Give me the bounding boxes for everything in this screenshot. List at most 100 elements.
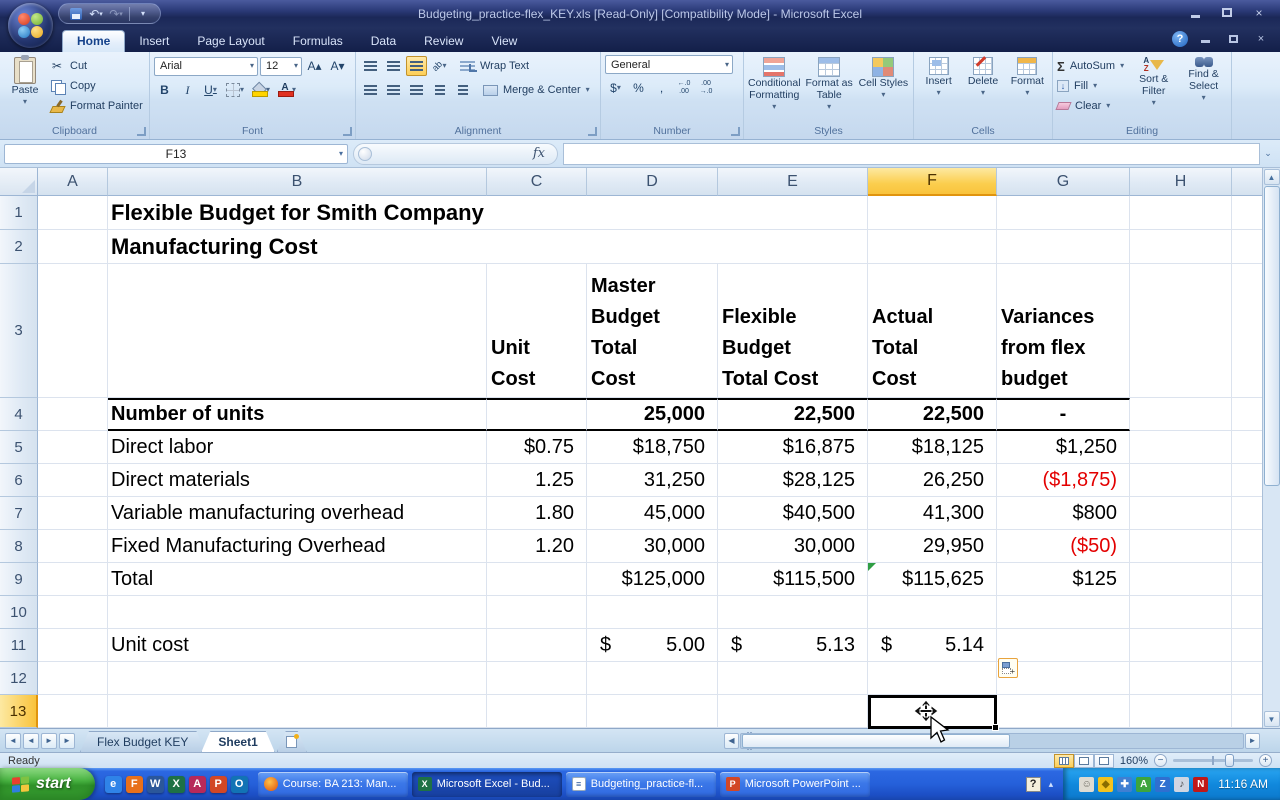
cell-E1[interactable] <box>718 196 868 230</box>
row-header-4[interactable]: 4 <box>0 398 38 431</box>
zoom-in-button[interactable]: + <box>1259 754 1272 767</box>
cell-C8[interactable]: 1.20 <box>487 530 587 563</box>
show-hidden-icons-chevron[interactable]: ▴ <box>1049 779 1054 790</box>
font-name-combo[interactable]: Arial▾ <box>154 57 258 76</box>
conditional-formatting-button[interactable]: Conditional Formatting ▾ <box>748 55 801 123</box>
decrease-decimal-button[interactable]: .00→.0 <box>696 79 716 98</box>
orientation-button[interactable]: ab▾ <box>429 56 450 76</box>
cell-D12[interactable] <box>587 662 718 695</box>
cell-B9[interactable]: Total <box>108 563 487 596</box>
font-dialog-launcher[interactable] <box>343 127 352 136</box>
row-header-12[interactable]: 12 <box>0 662 38 695</box>
office-button[interactable] <box>8 3 53 48</box>
font-size-combo[interactable]: 12▾ <box>260 57 302 76</box>
sheet-nav-first-icon[interactable]: ◄ <box>5 733 21 749</box>
borders-button[interactable]: ▾ <box>223 80 247 100</box>
row-header-2[interactable]: 2 <box>0 230 38 264</box>
fill-color-button[interactable]: ▾ <box>249 80 273 100</box>
quick-launch-firefox-icon[interactable]: F <box>126 776 143 793</box>
sheet-nav-next-icon[interactable]: ► <box>41 733 57 749</box>
vertical-scrollbar[interactable]: ▲ ▼ <box>1262 168 1280 728</box>
column-header-B[interactable]: B <box>108 168 487 196</box>
cell-B4[interactable]: Number of units <box>108 398 487 431</box>
cell-H8[interactable] <box>1130 530 1232 563</box>
redo-button[interactable]: ↷▾ <box>107 5 125 22</box>
zoom-slider-thumb[interactable] <box>1225 754 1234 767</box>
top-align-button[interactable] <box>360 56 381 76</box>
cell-H7[interactable] <box>1130 497 1232 530</box>
cell-F9[interactable]: $115,625 <box>868 563 997 596</box>
quick-launch-word-icon[interactable]: W <box>147 776 164 793</box>
clear-button[interactable]: Clear▾ <box>1057 97 1127 115</box>
cell-A11[interactable] <box>38 629 108 662</box>
cell-F6[interactable]: 26,250 <box>868 464 997 497</box>
cell-D4[interactable]: 25,000 <box>587 398 718 431</box>
cell-B13[interactable] <box>108 695 487 728</box>
cell-B6[interactable]: Direct materials <box>108 464 487 497</box>
cell-A13[interactable] <box>38 695 108 728</box>
insert-cells-button[interactable]: Insert ▾ <box>918 55 959 123</box>
ribbon-tab-formulas[interactable]: Formulas <box>279 31 357 52</box>
ribbon-tab-view[interactable]: View <box>477 31 531 52</box>
cell-H3[interactable] <box>1130 264 1232 398</box>
cell-F4[interactable]: 22,500 <box>868 398 997 431</box>
align-center-button[interactable] <box>383 80 404 100</box>
fill-button[interactable]: ↓Fill▾ <box>1057 77 1127 95</box>
column-header-C[interactable]: C <box>487 168 587 196</box>
sheet-tab-sheet1[interactable]: Sheet1 <box>201 731 274 752</box>
shield-icon[interactable]: ◆ <box>1098 777 1113 792</box>
cell-A10[interactable] <box>38 596 108 629</box>
comma-style-button[interactable]: , <box>651 78 672 98</box>
cell-E8[interactable]: 30,000 <box>718 530 868 563</box>
name-box-dropdown-icon[interactable]: ▾ <box>339 149 343 158</box>
row-header-6[interactable]: 6 <box>0 464 38 497</box>
column-header-E[interactable]: E <box>718 168 868 196</box>
save-button[interactable] <box>67 5 85 22</box>
column-header-G[interactable]: G <box>997 168 1130 196</box>
cell-A7[interactable] <box>38 497 108 530</box>
cell-E7[interactable]: $40,500 <box>718 497 868 530</box>
shrink-font-button[interactable]: A▾ <box>327 56 348 76</box>
cell-F5[interactable]: $18,125 <box>868 431 997 464</box>
percent-style-button[interactable]: % <box>628 78 649 98</box>
novell-icon[interactable]: N <box>1193 777 1208 792</box>
row-header-11[interactable]: 11 <box>0 629 38 662</box>
cell-F11[interactable]: $5.14 <box>868 629 997 662</box>
cell-A2[interactable] <box>38 230 108 264</box>
normal-view-button[interactable] <box>1054 754 1074 768</box>
cell-H6[interactable] <box>1130 464 1232 497</box>
cell-H13[interactable] <box>1130 695 1232 728</box>
page-break-view-button[interactable] <box>1094 754 1114 768</box>
sort-filter-button[interactable]: AZ Sort & Filter ▾ <box>1130 55 1177 123</box>
row-header-8[interactable]: 8 <box>0 530 38 563</box>
quick-launch-outlook-icon[interactable]: O <box>231 776 248 793</box>
quick-launch-excel-icon[interactable]: X <box>168 776 185 793</box>
cell-H11[interactable] <box>1130 629 1232 662</box>
zoom-slider[interactable] <box>1173 759 1253 762</box>
paste-button[interactable]: Paste ▾ <box>4 55 46 123</box>
cell-B3[interactable] <box>108 264 487 398</box>
customize-qat-button[interactable]: ▾ <box>134 5 152 22</box>
minimize-button[interactable] <box>1182 5 1208 20</box>
cell-A9[interactable] <box>38 563 108 596</box>
cell-E10[interactable] <box>718 596 868 629</box>
workbook-minimize-button[interactable] <box>1194 32 1216 46</box>
cell-G1[interactable] <box>997 196 1130 230</box>
cell-H12[interactable] <box>1130 662 1232 695</box>
decrease-indent-button[interactable] <box>429 80 450 100</box>
format-cells-button[interactable]: Format ▾ <box>1007 55 1048 123</box>
increase-decimal-button[interactable]: ←.0.00 <box>674 79 694 98</box>
cell-F10[interactable] <box>868 596 997 629</box>
number-dialog-launcher[interactable] <box>731 127 740 136</box>
task-button-document[interactable]: ≡Budgeting_practice-fl... <box>566 772 716 797</box>
sheet-tab-flex-budget-key[interactable]: Flex Budget KEY <box>80 731 205 752</box>
horizontal-scroll-thumb[interactable] <box>742 734 1010 748</box>
cell-G5[interactable]: $1,250 <box>997 431 1130 464</box>
quick-launch-powerpoint-icon[interactable]: P <box>210 776 227 793</box>
cell-C5[interactable]: $0.75 <box>487 431 587 464</box>
tools-icon[interactable]: ✚ <box>1117 777 1132 792</box>
find-select-button[interactable]: Find & Select ▾ <box>1180 55 1227 123</box>
messenger-icon[interactable]: ☺ <box>1079 777 1094 792</box>
cell-A1[interactable] <box>38 196 108 230</box>
cell-G9[interactable]: $125 <box>997 563 1130 596</box>
